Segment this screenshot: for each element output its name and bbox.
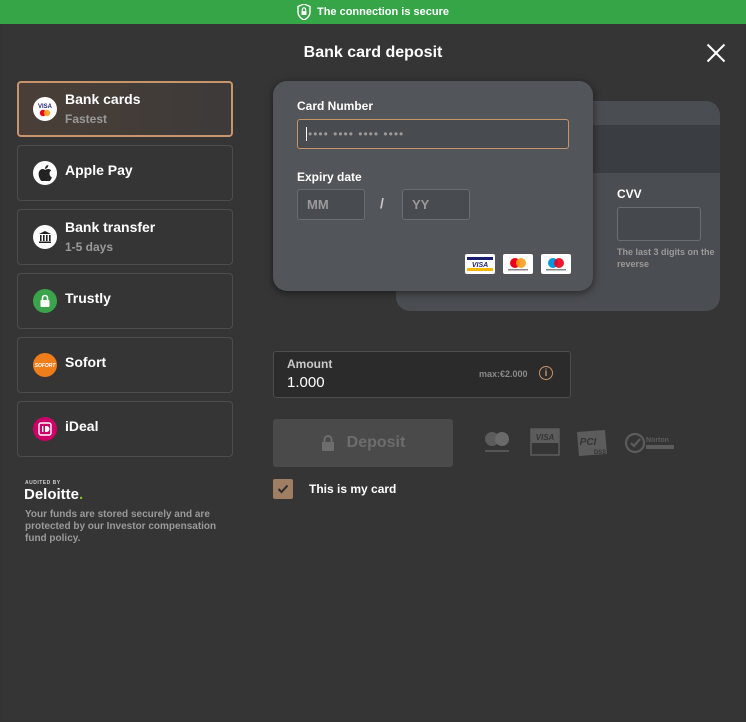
sofort-icon: SOFORT	[33, 353, 57, 377]
expiry-label: Expiry date	[297, 170, 362, 184]
ideal-icon	[33, 417, 57, 441]
info-icon[interactable]: i	[539, 366, 553, 380]
amount-field[interactable]: Amount 1.000 max:€2.000 i	[273, 351, 571, 398]
card-number-field[interactable]: •••• •••• •••• ••••	[297, 119, 569, 149]
mastercard-securecode-icon	[485, 432, 509, 452]
check-icon	[277, 484, 289, 494]
method-sofort[interactable]: SOFORT Sofort	[17, 337, 233, 393]
expiry-month-placeholder: MM	[307, 197, 329, 212]
method-label: Trustly	[65, 290, 111, 306]
banner-text: The connection is secure	[316, 6, 450, 18]
cvv-hint: The last 3 digits on the reverse	[617, 247, 715, 269]
method-label: Sofort	[65, 354, 107, 370]
svg-text:Norton: Norton	[646, 437, 669, 444]
mastercard-logo	[503, 254, 533, 274]
verified-by-visa-icon: VISA	[530, 428, 560, 456]
expiry-separator: /	[380, 195, 384, 211]
bank-icon	[33, 225, 57, 249]
trustly-icon	[33, 289, 57, 313]
deposit-label: Deposit	[346, 434, 406, 451]
cvv-field[interactable]	[617, 207, 701, 241]
method-bank-transfer[interactable]: Bank transfer 1-5 days	[17, 209, 233, 265]
svg-text:DSS: DSS	[594, 450, 606, 456]
deloitte-brand: Deloitte	[24, 486, 80, 503]
method-apple-pay[interactable]: Apple Pay	[17, 145, 233, 201]
text-caret	[306, 127, 307, 141]
close-icon[interactable]	[706, 43, 726, 63]
svg-text:VISA: VISA	[38, 104, 53, 110]
amount-max: max:€2.000	[479, 369, 528, 379]
visa-mastercard-icon: VISA	[33, 97, 57, 121]
amount-value: 1.000	[287, 374, 325, 391]
amount-label: Amount	[287, 357, 333, 371]
deposit-button[interactable]: Deposit	[273, 419, 453, 467]
method-ideal[interactable]: iDeal	[17, 401, 233, 457]
method-label: Bank transfer	[65, 219, 156, 235]
svg-text:VISA: VISA	[536, 433, 555, 442]
pci-dss-icon: PCI DSS	[577, 430, 607, 456]
method-bank-cards[interactable]: VISA Bank cards Fastest	[17, 81, 233, 137]
expiry-year-field[interactable]: YY	[402, 189, 470, 220]
method-sub: Fastest	[65, 112, 108, 126]
card-number-label: Card Number	[297, 99, 374, 113]
card-number-placeholder: •••• •••• •••• ••••	[308, 127, 405, 141]
deloitte-dot: .	[79, 486, 84, 503]
expiry-year-placeholder: YY	[412, 197, 430, 212]
svg-text:PCI: PCI	[580, 437, 597, 448]
apple-icon	[33, 161, 57, 185]
expiry-month-field[interactable]: MM	[297, 189, 365, 220]
shield-icon	[297, 4, 311, 20]
fund-policy-text: Your funds are stored securely and are p…	[25, 509, 217, 544]
visa-logo: VISA	[465, 254, 495, 274]
secure-connection-banner: The connection is secure	[0, 0, 746, 24]
method-trustly[interactable]: Trustly	[17, 273, 233, 329]
lock-icon	[321, 435, 334, 451]
svg-text:VISA: VISA	[472, 262, 488, 269]
maestro-logo	[541, 254, 571, 274]
norton-secured-icon: Norton	[624, 432, 674, 454]
svg-text:SOFORT: SOFORT	[35, 363, 56, 369]
method-label: iDeal	[65, 418, 99, 434]
page-title: Bank card deposit	[303, 44, 443, 61]
method-label: Apple Pay	[65, 162, 133, 178]
deloitte-logo: Deloitte.	[24, 486, 83, 503]
my-card-checkbox[interactable]	[273, 479, 293, 499]
cvv-label: CVV	[617, 187, 642, 201]
method-sub: 1-5 days	[65, 240, 114, 254]
my-card-label: This is my card	[309, 482, 397, 496]
method-label: Bank cards	[65, 91, 141, 107]
